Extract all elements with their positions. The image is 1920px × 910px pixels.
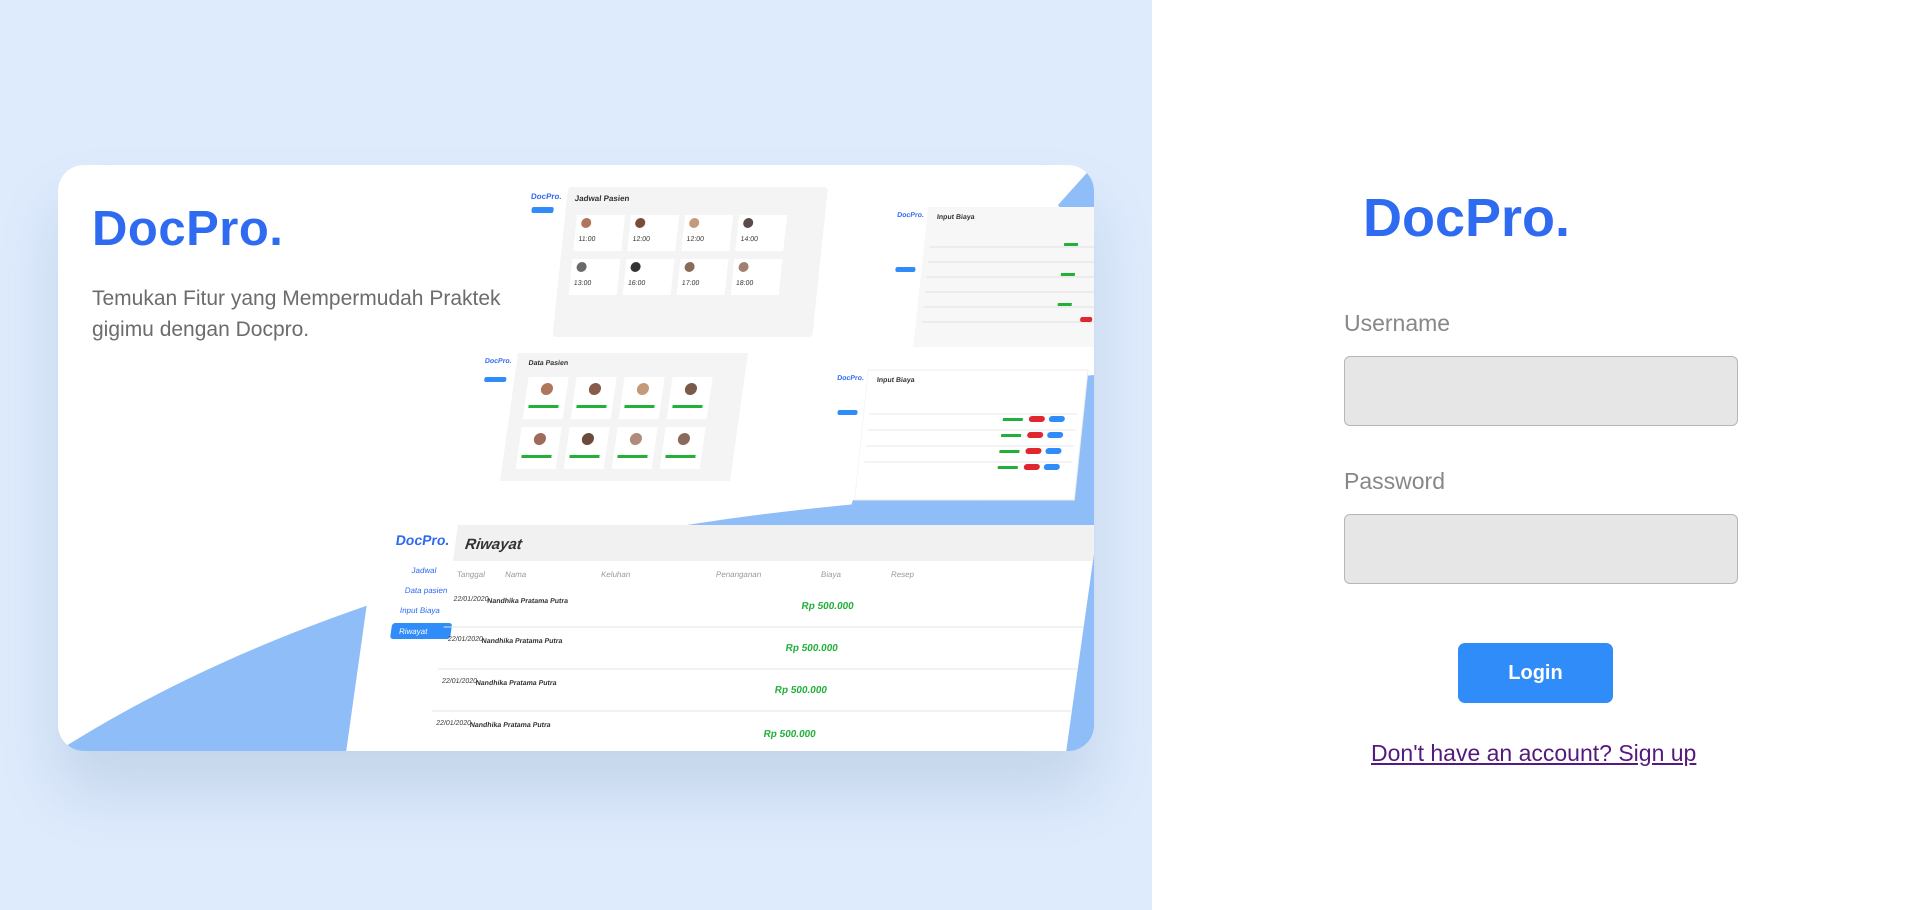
jadwal-time: 13:00	[573, 280, 591, 287]
hero-panel: DocPro. Jadwal Pasien 11:00 12:00 12:00 …	[0, 0, 1152, 910]
riwayat-title: Riwayat	[464, 536, 524, 553]
signup-link[interactable]: Don't have an account? Sign up	[1371, 740, 1696, 767]
input-biaya-mid-title: Input Biaya	[877, 377, 915, 384]
row-date: 22/01/2020	[436, 720, 472, 727]
input-biaya-screen-mid: DocPro. Input Biaya	[824, 369, 1089, 501]
row-cost: Rp 500.000	[785, 643, 839, 654]
col-keluhan: Keluhan	[600, 570, 631, 579]
riwayat-brand: DocPro.	[395, 532, 451, 548]
row-name: Nandhika Pratama Putra	[487, 598, 569, 605]
input-biaya-brand: DocPro.	[897, 212, 925, 219]
col-resep: Resep	[890, 570, 915, 579]
row-date: 22/01/2020	[447, 636, 483, 643]
login-panel: DocPro. Username Password Login Don't ha…	[1152, 0, 1920, 910]
data-pasien-screen: DocPro. Data Pasien	[466, 353, 748, 481]
data-pasien-title: Data Pasien	[528, 360, 569, 367]
row-date: 22/01/2020	[453, 596, 489, 603]
col-penanganan: Penanganan	[715, 570, 762, 579]
password-label: Password	[1344, 468, 1445, 494]
jadwal-time: 16:00	[627, 280, 645, 287]
row-cost: Rp 500.000	[774, 685, 828, 696]
login-brand-logo: DocPro.	[1363, 188, 1571, 248]
data-pasien-brand: DocPro.	[484, 358, 512, 365]
jadwal-time: 14:00	[740, 236, 758, 243]
hero-card: DocPro. Jadwal Pasien 11:00 12:00 12:00 …	[58, 165, 1094, 751]
col-nama: Nama	[504, 570, 527, 579]
jadwal-title: Jadwal Pasien	[574, 194, 630, 203]
col-tanggal: Tanggal	[456, 570, 485, 579]
riwayat-nav-riwayat: Riwayat	[398, 627, 428, 636]
username-input[interactable]	[1344, 356, 1738, 426]
jadwal-time: 12:00	[632, 236, 650, 243]
row-date: 22/01/2020	[442, 678, 478, 685]
input-biaya-mid-brand: DocPro.	[837, 375, 865, 382]
col-biaya: Biaya	[820, 570, 842, 579]
row-name: Nandhika Pratama Putra	[469, 722, 551, 729]
hero-brand-logo: DocPro.	[92, 202, 284, 256]
input-biaya-title: Input Biaya	[937, 214, 975, 221]
riwayat-nav-data-pasien: Data pasien	[404, 586, 448, 595]
jadwal-time: 12:00	[686, 236, 704, 243]
jadwal-time: 11:00	[578, 236, 596, 243]
riwayat-screen: DocPro. Riwayat Jadwal Data pasien Input…	[341, 525, 1094, 751]
row-name: Nandhika Pratama Putra	[481, 638, 563, 645]
jadwal-time: 18:00	[735, 280, 753, 287]
row-cost: Rp 500.000	[763, 729, 817, 740]
username-label: Username	[1344, 310, 1451, 336]
password-input[interactable]	[1344, 514, 1738, 584]
input-biaya-screen-top: DocPro. Input Biaya	[883, 207, 1094, 347]
jadwal-brand: DocPro.	[531, 192, 563, 201]
row-name: Nandhika Pratama Putra	[475, 680, 557, 687]
row-cost: Rp 500.000	[801, 601, 855, 612]
hero-tagline: Temukan Fitur yang Mempermudah Praktek g…	[92, 287, 501, 341]
jadwal-screen: DocPro. Jadwal Pasien 11:00 12:00 12:00 …	[512, 187, 828, 337]
login-button[interactable]: Login	[1458, 643, 1613, 703]
riwayat-nav-jadwal: Jadwal	[411, 566, 437, 575]
jadwal-time: 17:00	[681, 280, 699, 287]
riwayat-nav-input-biaya: Input Biaya	[399, 606, 441, 615]
